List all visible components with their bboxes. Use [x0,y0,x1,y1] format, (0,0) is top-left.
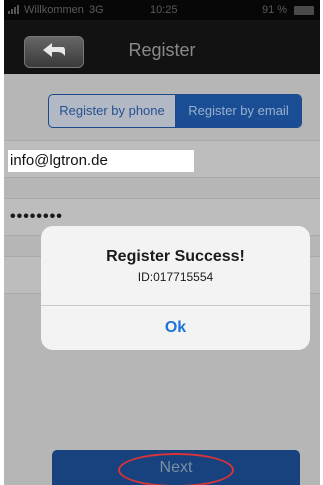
phone-screen: Willkommen 3G 10:25 91 % Register Regist… [4,0,320,485]
red-annotation-circle [118,453,234,485]
tab-register-by-email[interactable]: Register by email [176,95,301,127]
ok-button[interactable]: Ok [41,306,310,350]
email-input[interactable]: info@lgtron.de [8,150,194,172]
password-input[interactable]: •••••••• [10,208,63,226]
register-method-switch: Register by phone Register by email [48,94,302,128]
battery-icon [294,6,314,15]
dialog-message: ID:017715554 [137,270,214,284]
carrier-name: Willkommen [24,4,84,16]
status-bar: Willkommen 3G 10:25 91 % [4,0,320,20]
network-type: 3G [89,4,104,16]
nav-bar: Register [4,20,320,74]
tab-register-by-phone[interactable]: Register by phone [49,95,176,127]
email-field[interactable]: info@lgtron.de [4,140,320,178]
battery-percent: 91 % [262,4,288,16]
page-title: Register [128,40,196,60]
status-time: 10:25 [150,4,178,16]
register-success-dialog: Register Success! ID:017715554 Ok [41,226,310,350]
signal-icon [8,5,22,14]
dialog-title: Register Success! [106,248,245,265]
